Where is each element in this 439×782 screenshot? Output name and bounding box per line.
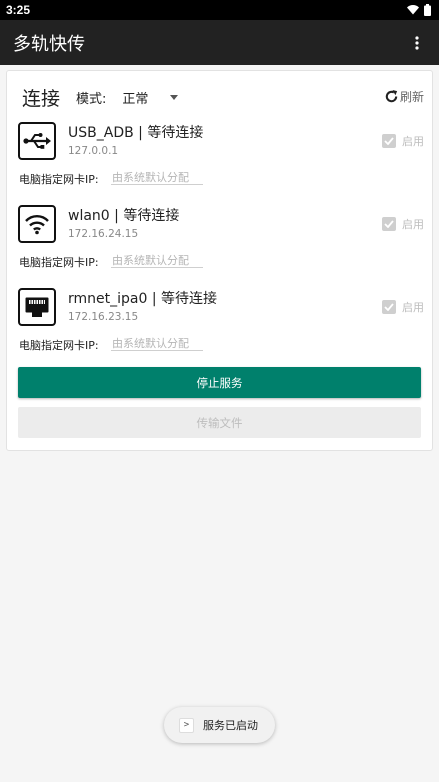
status-time: 3:25: [6, 3, 31, 17]
device-ip: 172.16.24.15: [68, 228, 139, 240]
enable-label: 启用: [402, 301, 424, 314]
mode-label: 模式:: [76, 91, 107, 107]
nic-ip-input[interactable]: 由系统默认分配: [111, 335, 203, 351]
connection-card: 连接 模式: 正常 刷新 USB_ADB | 等待连接 127.0.0.1 启用…: [6, 70, 433, 451]
enable-checkbox[interactable]: 启用: [382, 133, 424, 149]
device-row-rmnet: rmnet_ipa0 | 等待连接 172.16.23.15 启用 电脑指定网卡…: [7, 285, 432, 365]
mode-value: 正常: [122, 91, 149, 107]
device-row-usb: USB_ADB | 等待连接 127.0.0.1 启用 电脑指定网卡IP: 由系…: [7, 119, 432, 199]
device-row-wlan: wlan0 | 等待连接 172.16.24.15 启用 电脑指定网卡IP: 由…: [7, 202, 432, 282]
enable-checkbox[interactable]: 启用: [382, 216, 424, 232]
checkbox-checked-icon: [382, 134, 396, 148]
toast: > 服务已启动: [164, 707, 275, 743]
ethernet-icon: [18, 288, 56, 326]
checkbox-checked-icon: [382, 217, 396, 231]
stop-service-button[interactable]: 停止服务: [18, 367, 421, 398]
refresh-icon: [385, 89, 398, 103]
status-bar: 3:25: [0, 0, 439, 20]
status-icons: [407, 4, 431, 16]
card-title: 连接: [22, 87, 61, 110]
app-title: 多轨快传: [13, 33, 85, 55]
device-name: USB_ADB | 等待连接: [68, 125, 204, 141]
enable-label: 启用: [402, 218, 424, 231]
transfer-files-button[interactable]: 传输文件: [18, 407, 421, 438]
app-bar: 多轨快传: [0, 20, 439, 65]
overflow-menu-button[interactable]: [407, 28, 427, 58]
toast-text: 服务已启动: [203, 719, 258, 732]
nic-ip-label: 电脑指定网卡IP:: [19, 173, 99, 186]
wifi-icon: [18, 205, 56, 243]
card-header: 连接 模式: 正常: [7, 71, 432, 123]
app-icon: >: [179, 717, 194, 733]
battery-icon: [424, 4, 431, 16]
dropdown-caret-icon: [170, 94, 179, 100]
refresh-label: 刷新: [399, 90, 424, 104]
nic-ip-input[interactable]: 由系统默认分配: [111, 252, 203, 268]
enable-checkbox[interactable]: 启用: [382, 299, 424, 315]
device-ip: 127.0.0.1: [68, 145, 119, 157]
device-ip: 172.16.23.15: [68, 311, 139, 323]
nic-ip-label: 电脑指定网卡IP:: [19, 339, 99, 352]
more-vert-icon: [415, 35, 419, 50]
wifi-signal-icon: [407, 5, 419, 15]
nic-ip-label: 电脑指定网卡IP:: [19, 256, 99, 269]
device-name: wlan0 | 等待连接: [68, 208, 180, 224]
enable-label: 启用: [402, 135, 424, 148]
mode-dropdown[interactable]: 正常: [122, 88, 179, 107]
refresh-button[interactable]: 刷新: [384, 88, 424, 105]
usb-icon: [18, 122, 56, 160]
checkbox-checked-icon: [382, 300, 396, 314]
device-name: rmnet_ipa0 | 等待连接: [68, 291, 218, 307]
nic-ip-input[interactable]: 由系统默认分配: [111, 169, 203, 185]
